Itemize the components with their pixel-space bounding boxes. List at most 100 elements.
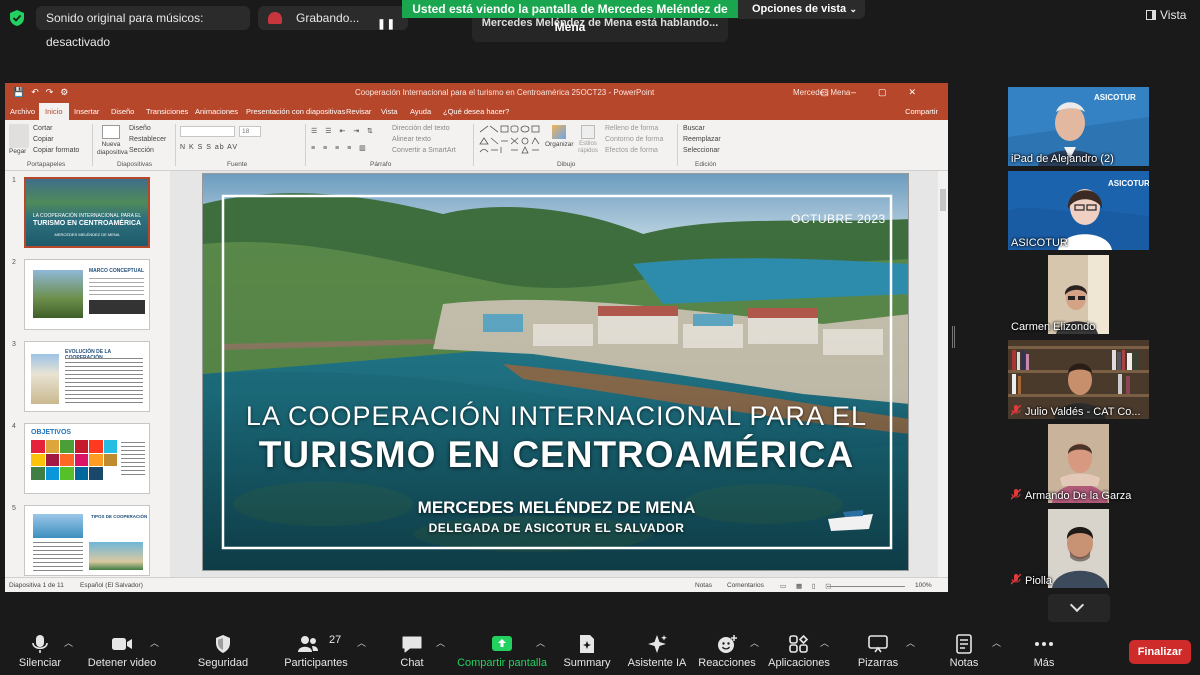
scrollbar-thumb[interactable] — [940, 189, 946, 211]
shape-outline-button[interactable]: Contorno de forma — [605, 134, 663, 145]
slide-thumbnail-5[interactable]: TIPOS DE COOPERACIÓN — [24, 505, 150, 576]
reactions-button[interactable]: Reacciones — [698, 623, 756, 675]
end-meeting-button[interactable]: Finalizar — [1129, 640, 1191, 664]
slide-thumbnail-4[interactable]: OBJETIVOS — [24, 423, 150, 494]
slide-thumbnail-1[interactable]: LA COOPERACIÓN INTERNACIONAL PARA EL TUR… — [24, 177, 150, 248]
participant-tile[interactable]: ASICOTUR ASICOTUR — [1008, 171, 1149, 250]
shapes-gallery-icon[interactable] — [478, 124, 542, 156]
share-options-caret[interactable]: ︿ — [536, 636, 545, 649]
zoom-level[interactable]: 100% — [915, 582, 932, 589]
summary-button[interactable]: Summary — [558, 623, 616, 675]
reactions-options-caret[interactable]: ︿ — [750, 636, 759, 649]
tab-diseno[interactable]: Diseño — [111, 107, 134, 116]
participants-button[interactable]: 27 Participantes — [280, 623, 352, 675]
mute-button[interactable]: Silenciar — [10, 623, 70, 675]
participants-options-caret[interactable]: ︿ — [357, 636, 366, 649]
comments-button[interactable]: Comentarios — [727, 582, 764, 589]
format-painter-button[interactable]: Copiar formato — [33, 145, 79, 156]
recording-label: Grabando... — [296, 11, 360, 25]
proofing-language[interactable]: Español (El Salvador) — [80, 582, 143, 589]
participant-tile[interactable]: Carmen Elizondo — [1008, 255, 1149, 334]
share-screen-button[interactable]: Compartir pantalla — [456, 623, 548, 675]
align-text-button[interactable]: Alinear texto — [392, 134, 456, 145]
tab-inicio[interactable]: Inicio — [39, 103, 69, 120]
notes-button[interactable]: Notas — [940, 623, 988, 675]
select-button[interactable]: Seleccionar — [683, 145, 721, 156]
chat-options-caret[interactable]: ︿ — [436, 636, 445, 649]
font-name-field[interactable] — [180, 126, 235, 137]
chat-button[interactable]: Chat — [388, 623, 436, 675]
participant-tile[interactable]: ASICOTUR iPad de Alejandro (2) — [1008, 87, 1149, 166]
reset-button[interactable]: Restablecer — [129, 134, 166, 145]
replace-button[interactable]: Reemplazar — [683, 134, 721, 145]
whiteboards-options-caret[interactable]: ︿ — [906, 636, 915, 649]
text-direction-button[interactable]: Dirección del texto — [392, 123, 456, 134]
tab-transiciones[interactable]: Transiciones — [146, 107, 188, 116]
find-button[interactable]: Buscar — [683, 123, 721, 134]
screen-share-banner: Usted está viendo la pantalla de Mercede… — [402, 0, 738, 34]
tab-insertar[interactable]: Insertar — [74, 107, 99, 116]
layout-button[interactable]: Diseño — [129, 123, 166, 134]
view-button[interactable]: Vista — [1146, 8, 1186, 22]
smartart-button[interactable]: Convertir a SmartArt — [392, 145, 456, 156]
shape-effects-button[interactable]: Efectos de forma — [605, 145, 663, 156]
participant-tile[interactable]: Piolla — [1008, 509, 1149, 588]
tab-archivo[interactable]: Archivo — [10, 107, 35, 116]
new-slide-button[interactable]: Nueva diapositiva — [97, 123, 128, 157]
encryption-shield-icon[interactable] — [9, 9, 25, 27]
slide-vertical-scrollbar[interactable] — [938, 171, 948, 577]
tab-animaciones[interactable]: Animaciones — [195, 107, 238, 116]
window-controls[interactable]: ▢–▢✕ — [820, 87, 938, 98]
layout-icon — [1146, 10, 1156, 20]
tab-vista[interactable]: Vista — [381, 107, 398, 116]
participant-tile[interactable]: Julio Valdés - CAT Co... — [1008, 340, 1149, 419]
ai-companion-label: Asistente IA — [627, 657, 687, 669]
slide-thumbnail-2[interactable]: MARCO CONCEPTUAL — [24, 259, 150, 330]
paste-icon[interactable] — [9, 124, 29, 148]
copy-button[interactable]: Copiar — [33, 134, 79, 145]
alignment-buttons[interactable]: ≡ ≡ ≡ ≡ ▥ — [311, 144, 369, 152]
paste-button[interactable]: Pegar — [9, 148, 26, 155]
stop-video-button[interactable]: Detener video — [84, 623, 160, 675]
paragraph-buttons[interactable]: ☰ ☰ ⇤ ⇥ ⇅ — [311, 127, 376, 135]
participant-tile[interactable]: Armando De la Garza — [1008, 424, 1149, 503]
ai-companion-button[interactable]: Asistente IA — [622, 623, 692, 675]
arrange-button[interactable]: Organizar — [545, 123, 574, 148]
tab-presentacion[interactable]: Presentación con diapositivas — [246, 107, 345, 116]
notes-options-caret[interactable]: ︿ — [992, 636, 1001, 649]
original-sound-toggle[interactable]: Sonido original para músicos: desactivad… — [36, 6, 250, 49]
tell-me-search[interactable]: ¿Qué desea hacer? — [443, 107, 509, 116]
quick-styles-button[interactable]: Estilos rápidos — [576, 123, 600, 155]
font-style-buttons[interactable]: N K S S ab AV — [180, 144, 238, 151]
sdg-grid — [31, 440, 117, 480]
gallery-resize-handle[interactable] — [952, 326, 955, 348]
font-size-field[interactable]: 18 — [239, 126, 261, 137]
gallery-next-page-button[interactable] — [1048, 594, 1110, 622]
slide-thumbnail-3[interactable]: EVOLUCIÓN DE LA COOPERACIÓN — [24, 341, 150, 412]
apps-button[interactable]: Aplicaciones — [766, 623, 832, 675]
quick-access-toolbar[interactable]: 💾↶↷⚙ — [13, 87, 75, 98]
apps-options-caret[interactable]: ︿ — [820, 636, 829, 649]
security-button[interactable]: Seguridad — [190, 623, 256, 675]
video-options-caret[interactable]: ︿ — [150, 636, 159, 649]
tab-revisar[interactable]: Revisar — [346, 107, 371, 116]
paragraph-group-label: Párrafo — [370, 161, 392, 168]
zoom-slider[interactable] — [827, 586, 905, 587]
editing-group: Buscar Reemplazar Seleccionar — [683, 123, 721, 156]
participant-name: Julio Valdés - CAT Co... — [1011, 405, 1141, 418]
section-button[interactable]: Sección — [129, 145, 166, 156]
cut-button[interactable]: Cortar — [33, 123, 79, 134]
shape-fill-button[interactable]: Relleno de forma — [605, 123, 663, 134]
whiteboards-button[interactable]: Pizarras — [850, 623, 906, 675]
pause-recording-icon[interactable]: ❚❚ — [377, 13, 396, 37]
audio-options-caret[interactable]: ︿ — [64, 636, 73, 649]
notes-button[interactable]: Notas — [695, 582, 712, 589]
thumbnail-scrollbar[interactable] — [160, 171, 168, 577]
ppt-share-button[interactable]: Compartir — [905, 107, 938, 116]
more-button[interactable]: Más — [1020, 623, 1068, 675]
current-slide[interactable]: OCTUBRE 2023 LA COOPERACIÓN INTERNACIONA… — [202, 173, 909, 571]
recording-indicator[interactable]: Grabando... ❚❚ — [258, 6, 408, 30]
thumb-image — [33, 270, 83, 318]
view-options-dropdown[interactable]: Opciones de vista ⌄ — [738, 0, 865, 19]
tab-ayuda[interactable]: Ayuda — [410, 107, 431, 116]
